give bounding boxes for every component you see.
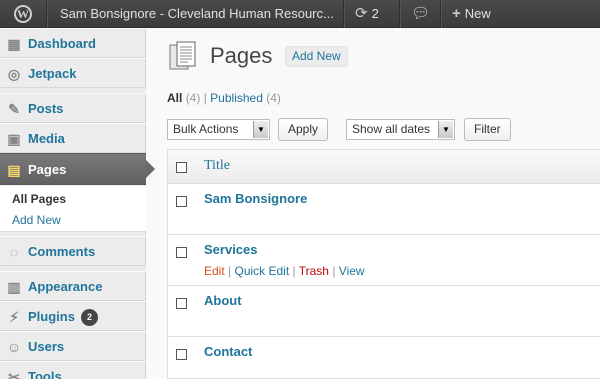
column-title-header[interactable]: Title xyxy=(204,158,230,174)
filter-all-count: (4) xyxy=(185,91,201,105)
menu-item-tools[interactable]: ✂ Tools xyxy=(0,361,146,379)
pages-table: Title Sam Bonsignore Services Edit | Qui… xyxy=(167,149,600,379)
table-row: About xyxy=(168,286,600,337)
row-actions: Edit | Quick Edit | Trash | View xyxy=(204,264,365,278)
dates-select[interactable]: Show all dates ▼ xyxy=(346,119,455,140)
new-label: New xyxy=(464,6,491,21)
menu-item-comments[interactable]: ◌ Comments xyxy=(0,236,146,266)
menu-label: Tools xyxy=(28,369,62,379)
filter-all[interactable]: All xyxy=(167,91,182,105)
main-content: Pages Add New All (4) | Published (4) Bu… xyxy=(147,28,600,379)
plugins-icon: ⚡︎ xyxy=(9,309,19,325)
menu-item-jetpack[interactable]: ◎ Jetpack xyxy=(0,58,146,88)
dropdown-arrow-icon: ▼ xyxy=(253,121,268,138)
filter-separator: | xyxy=(203,91,207,105)
separator xyxy=(343,0,344,28)
wordpress-logo-icon[interactable]: W xyxy=(0,0,46,28)
updates-link[interactable]: ⟳ 2 xyxy=(355,0,399,28)
table-header: Title xyxy=(168,150,600,184)
jetpack-icon: ◎ xyxy=(7,66,21,82)
menu-item-users[interactable]: ☺ Users xyxy=(0,331,146,361)
dropdown-arrow-icon: ▼ xyxy=(438,121,453,138)
bulk-actions-select[interactable]: Bulk Actions ▼ xyxy=(167,119,270,140)
table-row: Sam Bonsignore xyxy=(168,184,600,235)
comments-icon: ◌ xyxy=(9,244,19,260)
menu-item-plugins[interactable]: ⚡︎ Plugins 2 xyxy=(0,301,146,331)
view-link[interactable]: View xyxy=(339,264,365,278)
pages-icon: ▤ xyxy=(7,162,21,178)
menu-item-appearance[interactable]: ▥ Appearance xyxy=(0,271,146,301)
users-icon: ☺ xyxy=(6,339,22,355)
filter-published-count: (4) xyxy=(266,91,281,105)
table-row: Contact xyxy=(168,337,600,379)
tools-icon: ✂ xyxy=(8,369,20,379)
menu-label: Posts xyxy=(28,101,64,116)
menu-label: Appearance xyxy=(28,279,103,294)
menu-label: Users xyxy=(28,339,65,354)
menu-item-media[interactable]: ▣ Media xyxy=(0,123,146,153)
menu-item-dashboard[interactable]: ▦ Dashboard xyxy=(0,28,146,58)
status-filters: All (4) | Published (4) xyxy=(167,91,281,105)
menu-item-pages[interactable]: ▤ Pages xyxy=(0,153,155,185)
menu-label: Plugins 2 xyxy=(28,302,98,332)
updates-count: 2 xyxy=(371,6,379,21)
admin-menu: ▦ Dashboard ◎ Jetpack ✎ Posts ▣ Media ▤ … xyxy=(0,28,155,379)
bulk-actions-value: Bulk Actions xyxy=(173,122,239,136)
plugins-label: Plugins xyxy=(28,309,75,324)
pages-submenu: All Pages Add New xyxy=(0,186,146,232)
page-title-link[interactable]: Sam Bonsignore xyxy=(204,191,307,206)
dates-value: Show all dates xyxy=(352,122,431,136)
pages-screen-icon xyxy=(169,41,196,70)
apply-button[interactable]: Apply xyxy=(278,118,329,141)
menu-label: Media xyxy=(28,131,65,146)
row-checkbox[interactable] xyxy=(176,298,187,309)
new-content-link[interactable]: + New xyxy=(452,0,512,28)
comments-link[interactable]: 💬︎ xyxy=(411,0,431,28)
media-icon: ▣ xyxy=(7,131,21,147)
page-title-link[interactable]: Contact xyxy=(204,344,252,359)
table-row: Services Edit | Quick Edit | Trash | Vie… xyxy=(168,235,600,286)
dashboard-icon: ▦ xyxy=(7,36,21,52)
add-new-page-button[interactable]: Add New xyxy=(285,46,348,67)
submenu-add-new[interactable]: Add New xyxy=(12,213,61,227)
comment-bubble-icon: 💬︎ xyxy=(411,5,431,22)
quick-edit-link[interactable]: Quick Edit xyxy=(234,264,289,278)
menu-label: Comments xyxy=(28,244,96,259)
page-title: Pages xyxy=(210,43,273,68)
menu-label: Dashboard xyxy=(28,36,96,51)
filter-published[interactable]: Published xyxy=(210,91,263,105)
menu-label: Jetpack xyxy=(28,66,77,81)
separator xyxy=(399,0,400,28)
select-all-checkbox[interactable] xyxy=(176,162,187,173)
appearance-icon: ▥ xyxy=(7,279,21,295)
separator xyxy=(46,0,47,28)
filter-button[interactable]: Filter xyxy=(464,118,511,141)
row-checkbox[interactable] xyxy=(176,247,187,258)
separator xyxy=(440,0,441,28)
submenu-all-pages[interactable]: All Pages xyxy=(12,192,66,206)
plugins-update-badge: 2 xyxy=(80,309,98,326)
edit-link[interactable]: Edit xyxy=(204,264,225,278)
page-title-link[interactable]: About xyxy=(204,293,242,308)
trash-link[interactable]: Trash xyxy=(299,264,329,278)
row-checkbox[interactable] xyxy=(176,349,187,360)
menu-label: Pages xyxy=(28,162,67,177)
refresh-icon: ⟳ xyxy=(355,5,368,22)
row-checkbox[interactable] xyxy=(176,196,187,207)
plus-icon: + xyxy=(452,5,461,22)
menu-item-posts[interactable]: ✎ Posts xyxy=(0,93,146,123)
site-name-link[interactable]: Sam Bonsignore - Cleveland Human Resourc… xyxy=(60,0,340,28)
admin-bar: W Sam Bonsignore - Cleveland Human Resou… xyxy=(0,0,600,28)
page-title-link[interactable]: Services xyxy=(204,242,258,257)
pin-icon: ✎ xyxy=(8,101,20,117)
